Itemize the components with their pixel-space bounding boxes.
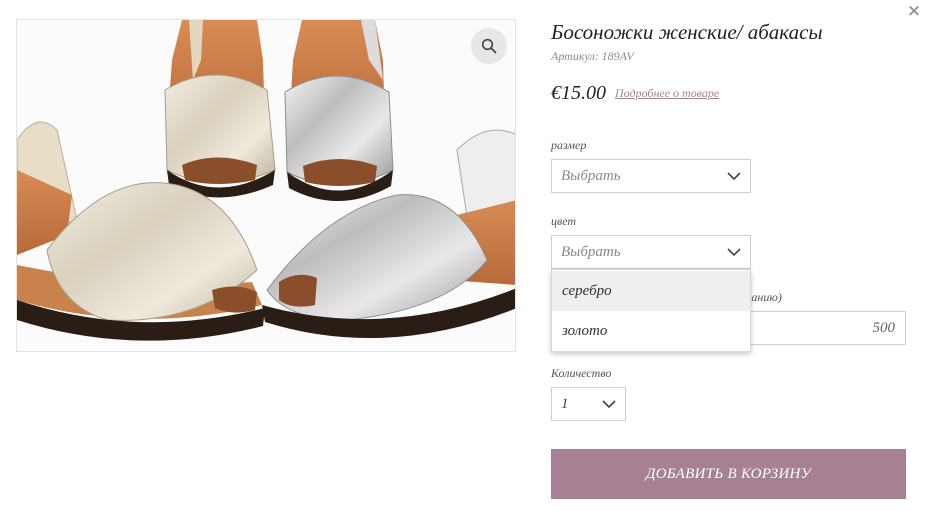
size-select[interactable]: Выбрать [551, 159, 751, 193]
product-price: €15.00 [551, 82, 606, 104]
color-label: цвет [551, 214, 577, 228]
quantity-select-value: 1 [561, 396, 569, 412]
search-icon [481, 38, 497, 54]
quantity-label: Количество [551, 366, 612, 380]
color-select[interactable]: Выбрать [551, 235, 751, 269]
quantity-select[interactable]: 1 [551, 387, 626, 421]
sandals-photo [17, 20, 515, 351]
amount-input-value: 500 [872, 320, 896, 336]
chevron-down-icon [727, 172, 741, 181]
chevron-down-icon [727, 248, 741, 257]
color-dropdown-list: серебро золото [551, 269, 751, 352]
color-select-value: Выбрать [561, 244, 621, 260]
product-image [16, 19, 516, 352]
close-icon[interactable]: × [906, 2, 922, 20]
more-details-link[interactable]: Подробнее о товаре [615, 86, 719, 101]
add-to-cart-button[interactable]: Добавить в корзину [551, 449, 906, 499]
color-option-silver[interactable]: серебро [552, 271, 750, 311]
product-sku: Артикул: 189AV [551, 49, 634, 63]
product-title: Босоножки женские/ абакасы [551, 20, 823, 44]
zoom-button[interactable] [471, 28, 507, 64]
chevron-down-icon [602, 400, 616, 409]
size-select-value: Выбрать [561, 168, 621, 184]
color-option-gold[interactable]: золото [552, 311, 750, 351]
size-label: размер [551, 138, 587, 152]
